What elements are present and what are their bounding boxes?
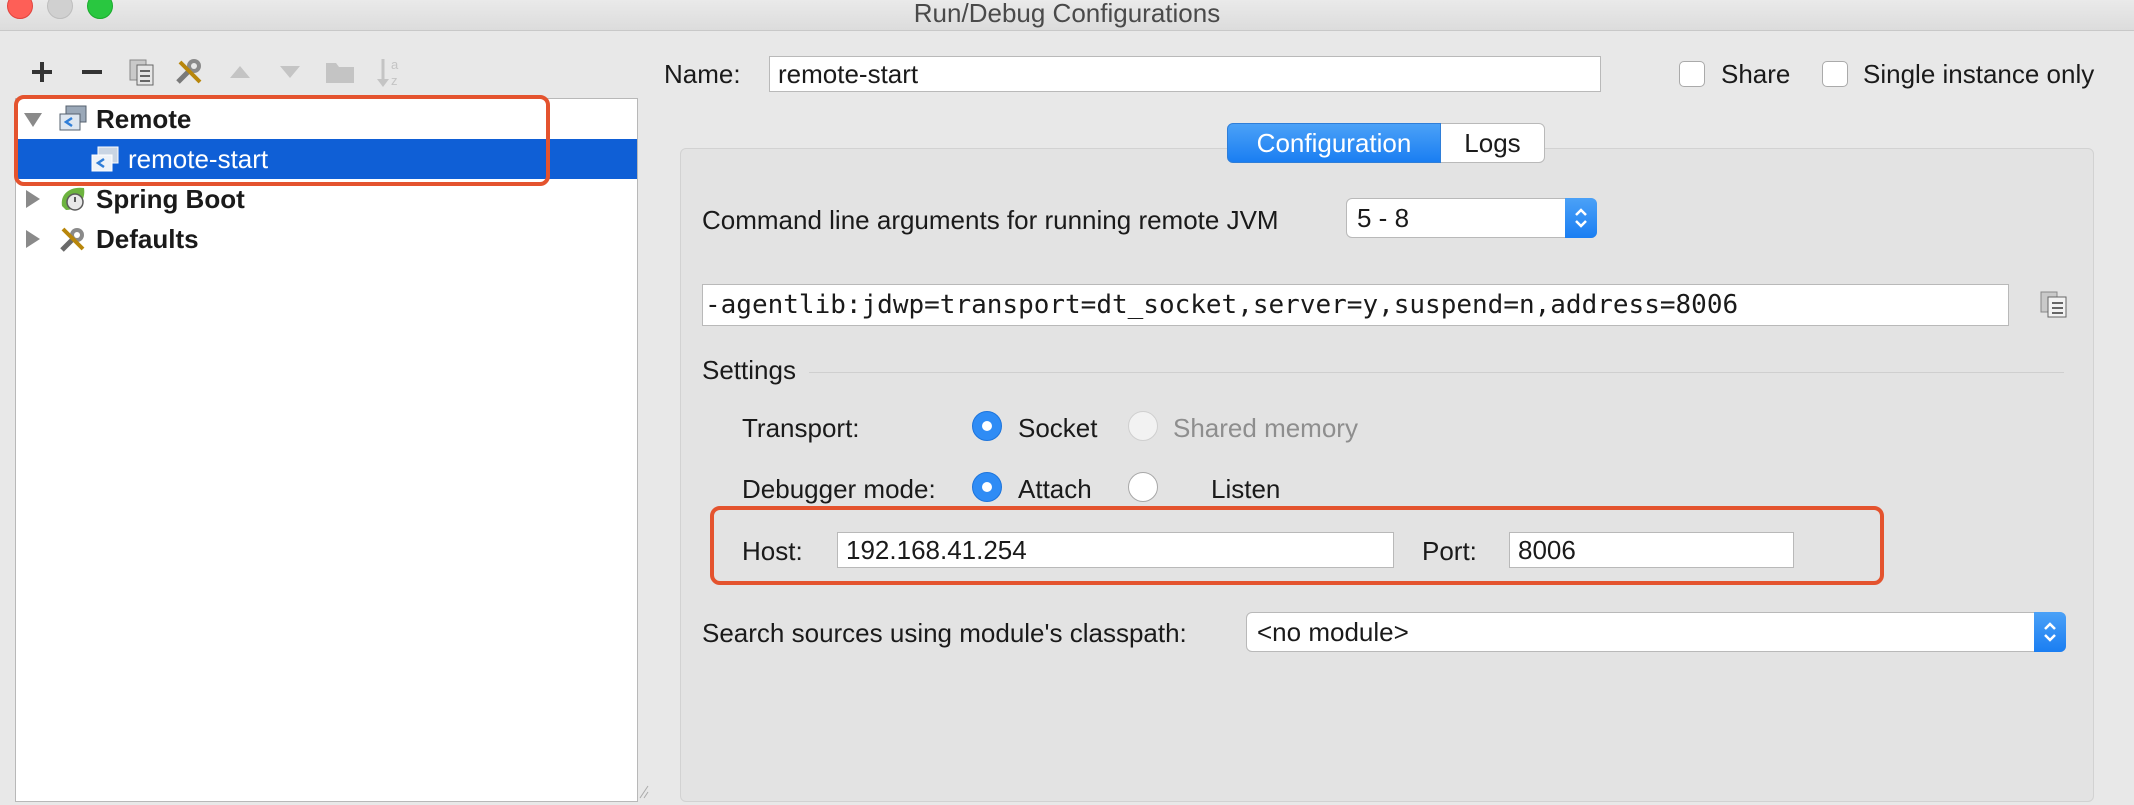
move-up-icon [230,66,250,78]
tree-item-label: Defaults [96,223,199,254]
settings-divider [809,372,2064,373]
defaults-icon [60,227,85,252]
tree-item-defaults[interactable]: Defaults [16,219,637,259]
mode-attach-label: Attach [1018,474,1092,504]
copy-configuration-button[interactable] [122,54,162,90]
mode-listen-label: Listen [1211,474,1281,504]
remove-configuration-button[interactable] [72,54,112,90]
folder-icon [326,63,354,83]
move-down-icon [280,66,300,78]
remove-icon [82,70,102,74]
highlight-annotation-tree [14,95,550,186]
single-instance-checkbox[interactable] [1822,61,1848,87]
mode-attach-radio[interactable] [972,472,1002,502]
collapse-arrow-icon[interactable] [26,190,40,208]
name-input[interactable]: remote-start [769,56,1601,92]
tab-logs[interactable]: Logs [1441,123,1545,163]
copy-icon [2040,291,2067,318]
edit-defaults-icon [176,59,202,84]
svg-text:z: z [391,73,398,88]
configuration-tree[interactable]: Remote remote-start Spring Boot Defaults [15,98,638,802]
tab-bar: Configuration Logs [1227,123,1545,163]
dropdown-stepper-icon [1565,198,1597,238]
copy-cmd-button[interactable] [2034,286,2074,322]
create-folder-button[interactable] [320,54,360,90]
dropdown-stepper-icon [2034,612,2066,652]
svg-text:a: a [391,57,399,72]
window-title: Run/Debug Configurations [913,0,1221,28]
sort-icon: az [377,57,399,88]
move-down-button[interactable] [272,54,308,90]
sort-button[interactable]: az [370,54,410,90]
module-select-value: <no module> [1257,616,1409,647]
module-select[interactable]: <no module> [1246,612,2066,652]
share-checkbox[interactable] [1679,61,1705,87]
single-instance-label: Single instance only [1863,59,2095,89]
edit-defaults-button[interactable] [170,54,210,90]
title-bar: Run/Debug Configurations [0,0,2134,31]
jvm-version-select[interactable]: 5 - 8 [1346,198,1597,238]
copy-icon [129,59,154,86]
mode-listen-radio[interactable] [1128,472,1158,502]
tree-item-label: Spring Boot [96,183,245,214]
spring-boot-icon [61,187,85,211]
highlight-annotation-host-port [710,506,1884,585]
move-up-button[interactable] [222,54,258,90]
name-label: Name: [664,59,741,89]
transport-shared-memory-radio[interactable] [1128,411,1158,441]
module-classpath-label: Search sources using module's classpath: [702,618,1187,648]
add-icon [32,62,52,82]
cmd-args-label: Command line arguments for running remot… [702,205,1279,235]
settings-label: Settings [702,355,796,385]
transport-shared-memory-label: Shared memory [1173,413,1358,443]
collapse-arrow-icon[interactable] [26,230,40,248]
cmd-args-field[interactable]: -agentlib:jdwp=transport=dt_socket,serve… [702,284,2009,326]
add-configuration-button[interactable] [22,54,62,90]
transport-socket-radio[interactable] [972,411,1002,441]
tab-configuration[interactable]: Configuration [1227,123,1441,163]
splitter-grip[interactable] [638,782,650,800]
share-label: Share [1721,59,1791,89]
transport-label: Transport: [742,413,860,443]
grip-icon [639,785,649,799]
debugger-mode-label: Debugger mode: [742,474,936,504]
transport-socket-label: Socket [1018,413,1098,443]
jvm-version-value: 5 - 8 [1357,202,1410,233]
